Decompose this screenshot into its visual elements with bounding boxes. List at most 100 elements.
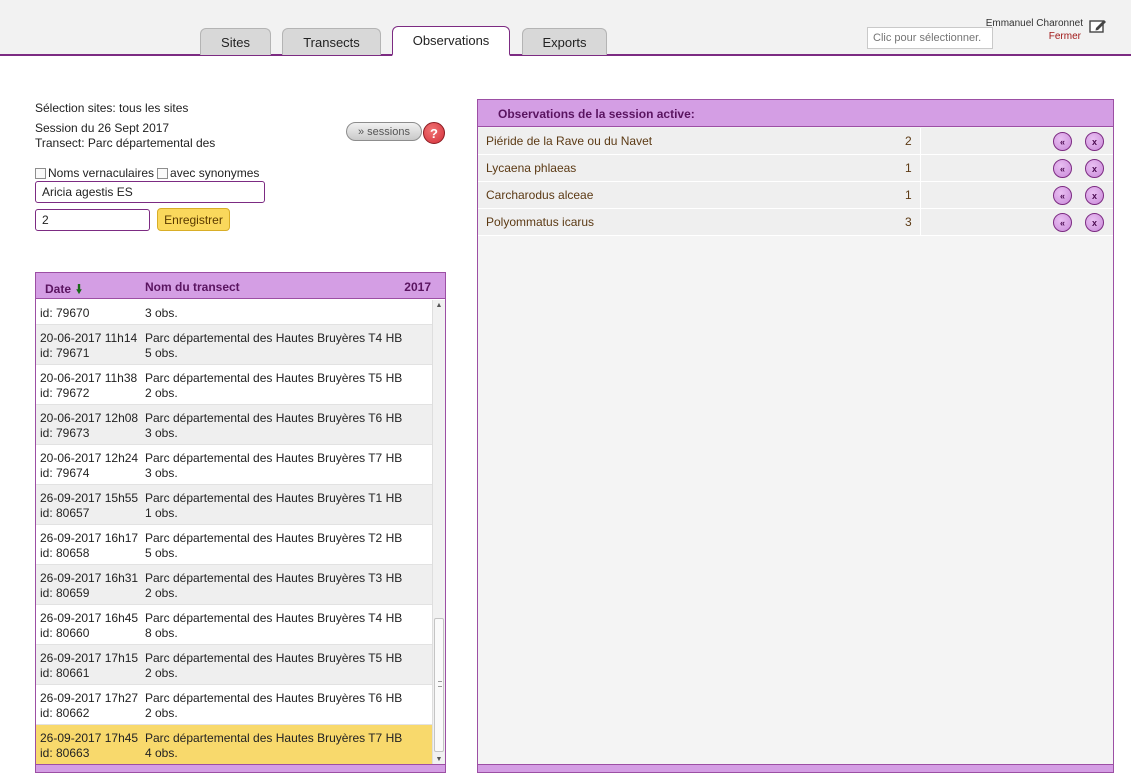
scroll-up-icon[interactable]: ▲ xyxy=(433,300,445,312)
session-id: id: 80660 xyxy=(40,626,90,640)
tab-exports[interactable]: Exports xyxy=(522,28,607,55)
session-obs-count: 3 obs. xyxy=(145,426,178,440)
session-id: id: 79672 xyxy=(40,386,90,400)
session-id: id: 80661 xyxy=(40,666,90,680)
session-id: id: 79674 xyxy=(40,466,90,480)
delete-observation-button[interactable]: x xyxy=(1085,132,1104,151)
session-transect: Parc départemental des Hautes Bruyères T… xyxy=(145,531,403,545)
session-id: id: 79670 xyxy=(40,306,90,320)
table-row[interactable]: id: 79670 3 obs. xyxy=(36,300,432,325)
species-input[interactable]: Aricia agestis ES xyxy=(35,181,265,203)
table-row[interactable]: 20-06-2017 12h08 id: 79673 Parc départem… xyxy=(36,405,432,445)
session-transect: Parc départemental des Hautes Bruyères T… xyxy=(145,651,403,665)
column-date[interactable]: Date 🠛 xyxy=(45,280,82,301)
session-id: id: 79671 xyxy=(40,346,90,360)
tab-sites[interactable]: Sites xyxy=(200,28,271,55)
observation-count: 2 xyxy=(905,134,912,148)
observation-row[interactable]: Lycaena phlaeas 1 « x xyxy=(478,155,1113,182)
count-input[interactable]: 2 xyxy=(35,209,150,231)
session-obs-count: 2 obs. xyxy=(145,706,178,720)
session-obs-count: 8 obs. xyxy=(145,626,178,640)
session-transect: Parc départemental des Hautes Bruyères T… xyxy=(145,571,403,585)
session-id: id: 80662 xyxy=(40,706,90,720)
session-date: 26-09-2017 17h45 xyxy=(40,731,139,745)
top-bar: Sites Transects Observations Exports Emm… xyxy=(0,0,1131,56)
table-row-selected[interactable]: 26-09-2017 17h45 id: 80663 Parc départem… xyxy=(36,725,432,765)
synonyms-checkbox[interactable] xyxy=(157,167,169,179)
session-obs-count: 2 obs. xyxy=(145,386,178,400)
delete-observation-button[interactable]: x xyxy=(1085,186,1104,205)
user-name: Emmanuel Charonnet xyxy=(985,18,1083,29)
synonyms-label: avec synonymes xyxy=(170,166,260,180)
logout-link[interactable]: Fermer xyxy=(1049,31,1081,42)
sessions-button[interactable]: » sessions xyxy=(346,122,422,141)
session-id: id: 79673 xyxy=(40,426,90,440)
session-id: id: 80658 xyxy=(40,546,90,560)
sessions-table: Date 🠛 Nom du transect 2017 id: 79670 3 o… xyxy=(35,272,446,773)
observation-row[interactable]: Polyommatus icarus 3 « x xyxy=(478,209,1113,236)
table-row[interactable]: 26-09-2017 15h55 id: 80657 Parc départem… xyxy=(36,485,432,525)
session-transect: Parc départemental des Hautes Bruyères T… xyxy=(145,611,403,625)
observation-species: Piéride de la Rave ou du Navet xyxy=(486,134,653,148)
session-date: 20-06-2017 11h38 xyxy=(40,371,138,385)
save-button[interactable]: Enregistrer xyxy=(157,208,230,231)
session-obs-count: 3 obs. xyxy=(145,466,178,480)
session-date: 20-06-2017 11h14 xyxy=(40,331,138,345)
reuse-observation-button[interactable]: « xyxy=(1053,132,1072,151)
session-obs-count: 4 obs. xyxy=(145,746,178,760)
sessions-table-header: Date 🠛 Nom du transect 2017 xyxy=(36,273,445,299)
observations-footer xyxy=(478,764,1113,772)
reuse-observation-button[interactable]: « xyxy=(1053,213,1072,232)
observations-list: Piéride de la Rave ou du Navet 2 « x Lyc… xyxy=(478,128,1113,236)
help-button[interactable]: ? xyxy=(423,122,445,144)
session-transect: Parc départemental des Hautes Bruyères T… xyxy=(145,691,403,705)
observations-panel: Observations de la session active: Piéri… xyxy=(477,99,1114,773)
observation-species: Polyommatus icarus xyxy=(486,215,595,229)
observation-count: 1 xyxy=(905,188,912,202)
delete-observation-button[interactable]: x xyxy=(1085,159,1104,178)
name-options: Noms vernaculaires avec synonymes xyxy=(35,166,259,180)
column-year[interactable]: 2017 xyxy=(404,280,431,294)
session-date: 26-09-2017 16h45 xyxy=(40,611,139,625)
session-transect: Parc départemental des Hautes Bruyères T… xyxy=(145,371,403,385)
observation-row[interactable]: Piéride de la Rave ou du Navet 2 « x xyxy=(478,128,1113,155)
table-row[interactable]: 20-06-2017 11h38 id: 79672 Parc départem… xyxy=(36,365,432,405)
site-select-input[interactable] xyxy=(867,27,993,49)
table-row[interactable]: 26-09-2017 16h45 id: 80660 Parc départem… xyxy=(36,605,432,645)
reuse-observation-button[interactable]: « xyxy=(1053,186,1072,205)
reuse-observation-button[interactable]: « xyxy=(1053,159,1072,178)
edit-icon[interactable] xyxy=(1089,19,1107,34)
vernacular-checkbox[interactable] xyxy=(35,167,46,179)
tab-transects[interactable]: Transects xyxy=(282,28,381,55)
observation-species: Carcharodus alceae xyxy=(486,188,594,202)
table-row[interactable]: 26-09-2017 16h17 id: 80658 Parc départem… xyxy=(36,525,432,565)
session-id: id: 80657 xyxy=(40,506,90,520)
session-obs-count: 2 obs. xyxy=(145,666,178,680)
observations-title: Observations de la session active: xyxy=(498,107,695,121)
selection-label: Sélection sites: tous les sites xyxy=(35,101,189,115)
table-row[interactable]: 20-06-2017 11h14 id: 79671 Parc départem… xyxy=(36,325,432,365)
observation-row[interactable]: Carcharodus alceae 1 « x xyxy=(478,182,1113,209)
table-row[interactable]: 26-09-2017 17h15 id: 80661 Parc départem… xyxy=(36,645,432,685)
session-date: 20-06-2017 12h24 xyxy=(40,451,139,465)
session-obs-count: 3 obs. xyxy=(145,306,178,320)
session-date: 26-09-2017 16h17 xyxy=(40,531,139,545)
observation-count: 1 xyxy=(905,161,912,175)
table-row[interactable]: 26-09-2017 17h27 id: 80662 Parc départem… xyxy=(36,685,432,725)
observation-species: Lycaena phlaeas xyxy=(486,161,577,175)
vernacular-label: Noms vernaculaires xyxy=(48,166,155,180)
table-row[interactable]: 20-06-2017 12h24 id: 79674 Parc départem… xyxy=(36,445,432,485)
table-row[interactable]: 26-09-2017 16h31 id: 80659 Parc départem… xyxy=(36,565,432,605)
sessions-table-footer xyxy=(36,764,445,772)
session-date: 26-09-2017 17h27 xyxy=(40,691,139,705)
sessions-scrollbar[interactable]: ▲ ▼ xyxy=(432,300,445,766)
delete-observation-button[interactable]: x xyxy=(1085,213,1104,232)
session-transect: Parc départemental des Hautes Bruyères T… xyxy=(145,451,403,465)
session-date: 26-09-2017 15h55 xyxy=(40,491,139,505)
tab-observations[interactable]: Observations xyxy=(392,26,510,56)
session-label: Session du 26 Sept 2017 xyxy=(35,121,170,135)
session-id: id: 80659 xyxy=(40,586,90,600)
column-transect-name[interactable]: Nom du transect xyxy=(145,280,240,294)
session-transect: Parc départemental des Hautes Bruyères T… xyxy=(145,731,403,745)
scrollbar-thumb[interactable] xyxy=(434,618,444,752)
